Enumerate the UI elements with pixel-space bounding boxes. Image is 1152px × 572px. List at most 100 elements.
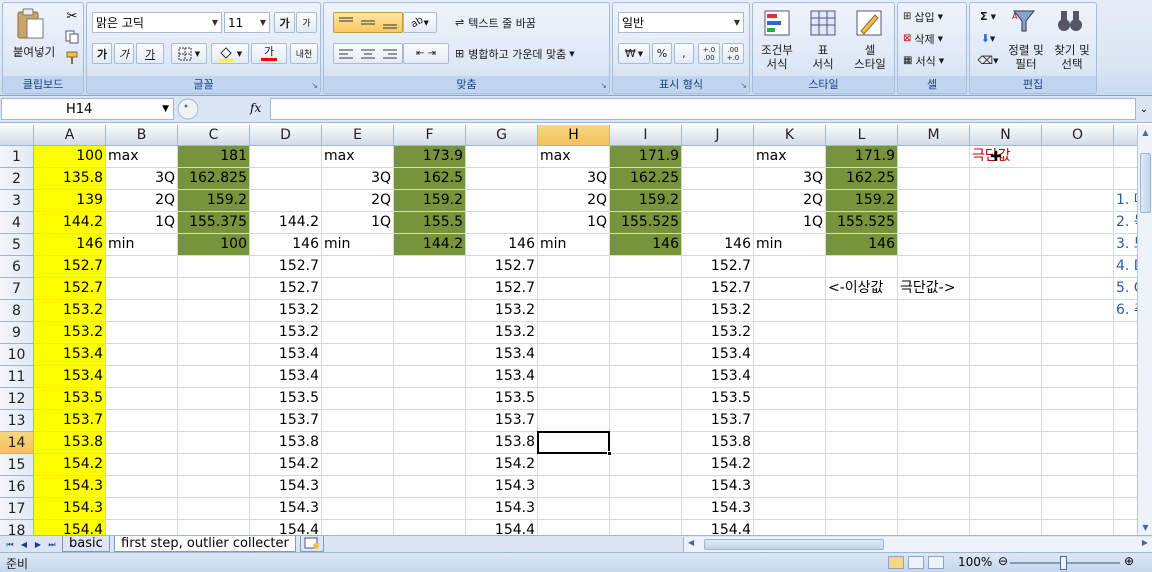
cell-m8[interactable] <box>898 300 970 322</box>
cell-l1[interactable]: 171.9 <box>826 146 898 168</box>
cell-d6[interactable]: 152.7 <box>250 256 322 278</box>
cell-j8[interactable]: 153.2 <box>682 300 754 322</box>
cell-c17[interactable] <box>178 498 250 520</box>
cell-n3[interactable] <box>970 190 1042 212</box>
cell-partial-8[interactable]: 6. 추 <box>1114 300 1137 322</box>
cell-b16[interactable] <box>106 476 178 498</box>
cell-h15[interactable] <box>538 454 610 476</box>
cell-l18[interactable] <box>826 520 898 535</box>
cell-c18[interactable] <box>178 520 250 535</box>
fill-button[interactable]: ⬇ ▼ <box>974 29 1002 48</box>
cell-n7[interactable] <box>970 278 1042 300</box>
cell-a10[interactable]: 153.4 <box>34 344 106 366</box>
cell-m9[interactable] <box>898 322 970 344</box>
insert-function-icon[interactable]: fx <box>250 101 261 115</box>
cell-a2[interactable]: 135.8 <box>34 168 106 190</box>
cell-e2[interactable]: 3Q <box>322 168 394 190</box>
horizontal-scrollbar[interactable]: ◀ ▶ <box>683 537 1152 552</box>
cell-partial-14[interactable] <box>1114 432 1137 454</box>
cell-h16[interactable] <box>538 476 610 498</box>
cell-h4[interactable]: 1Q <box>538 212 610 234</box>
percent-button[interactable]: % <box>652 43 672 64</box>
cell-partial-16[interactable] <box>1114 476 1137 498</box>
cell-g15[interactable]: 154.2 <box>466 454 538 476</box>
cell-l8[interactable] <box>826 300 898 322</box>
cell-n18[interactable] <box>970 520 1042 535</box>
cell-h12[interactable] <box>538 388 610 410</box>
cell-o15[interactable] <box>1042 454 1114 476</box>
cell-i9[interactable] <box>610 322 682 344</box>
row-header-14[interactable]: 14 <box>0 432 34 454</box>
cut-icon[interactable]: ✂ <box>63 7 81 25</box>
cell-a4[interactable]: 144.2 <box>34 212 106 234</box>
cell-h5[interactable]: min <box>538 234 610 256</box>
cell-m10[interactable] <box>898 344 970 366</box>
cell-g10[interactable]: 153.4 <box>466 344 538 366</box>
cell-d9[interactable]: 153.2 <box>250 322 322 344</box>
cell-a6[interactable]: 152.7 <box>34 256 106 278</box>
cell-b5[interactable]: min <box>106 234 178 256</box>
cell-f13[interactable] <box>394 410 466 432</box>
format-painter-icon[interactable] <box>63 49 81 67</box>
cell-f11[interactable] <box>394 366 466 388</box>
cell-l5[interactable]: 146 <box>826 234 898 256</box>
cell-k16[interactable] <box>754 476 826 498</box>
cell-f8[interactable] <box>394 300 466 322</box>
cell-e10[interactable] <box>322 344 394 366</box>
cell-i15[interactable] <box>610 454 682 476</box>
cell-a17[interactable]: 154.3 <box>34 498 106 520</box>
column-header-k[interactable]: K <box>754 125 826 146</box>
cell-a1[interactable]: 100 <box>34 146 106 168</box>
cell-n16[interactable] <box>970 476 1042 498</box>
bold-button[interactable]: 가 <box>92 43 112 64</box>
cell-k13[interactable] <box>754 410 826 432</box>
cell-d10[interactable]: 153.4 <box>250 344 322 366</box>
cell-m13[interactable] <box>898 410 970 432</box>
shrink-font-button[interactable]: 가 <box>296 12 317 33</box>
dialog-launcher-icon[interactable]: ↘ <box>311 81 318 90</box>
font-size-select[interactable]: 11 ▼ <box>224 12 270 33</box>
cell-n13[interactable] <box>970 410 1042 432</box>
cell-o17[interactable] <box>1042 498 1114 520</box>
cell-f6[interactable] <box>394 256 466 278</box>
cell-n9[interactable] <box>970 322 1042 344</box>
cell-o2[interactable] <box>1042 168 1114 190</box>
cell-k15[interactable] <box>754 454 826 476</box>
cell-d18[interactable]: 154.4 <box>250 520 322 535</box>
cell-n6[interactable] <box>970 256 1042 278</box>
cell-m1[interactable] <box>898 146 970 168</box>
column-header-a[interactable]: A <box>34 125 106 146</box>
cell-b1[interactable]: max <box>106 146 178 168</box>
cell-n8[interactable] <box>970 300 1042 322</box>
row-header-13[interactable]: 13 <box>0 410 34 432</box>
cell-l10[interactable] <box>826 344 898 366</box>
cell-e3[interactable]: 2Q <box>322 190 394 212</box>
cell-j11[interactable]: 153.4 <box>682 366 754 388</box>
format-as-table-button[interactable]: 표 서식 <box>799 43 847 71</box>
column-header-j[interactable]: J <box>682 125 754 146</box>
cell-h3[interactable]: 2Q <box>538 190 610 212</box>
cell-g13[interactable]: 153.7 <box>466 410 538 432</box>
zoom-level[interactable]: 100% <box>958 555 992 569</box>
cell-g11[interactable]: 153.4 <box>466 366 538 388</box>
format-cells-button[interactable]: ▦ 서식 ▼ <box>902 51 964 70</box>
cell-o9[interactable] <box>1042 322 1114 344</box>
cell-c16[interactable] <box>178 476 250 498</box>
cell-f16[interactable] <box>394 476 466 498</box>
cell-m11[interactable] <box>898 366 970 388</box>
cell-f4[interactable]: 155.5 <box>394 212 466 234</box>
cell-g5[interactable]: 146 <box>466 234 538 256</box>
cell-d4[interactable]: 144.2 <box>250 212 322 234</box>
cell-l16[interactable] <box>826 476 898 498</box>
cell-j4[interactable] <box>682 212 754 234</box>
scroll-down-icon[interactable]: ▼ <box>1139 520 1152 535</box>
cell-b3[interactable]: 2Q <box>106 190 178 212</box>
cell-j13[interactable]: 153.7 <box>682 410 754 432</box>
row-header-17[interactable]: 17 <box>0 498 34 520</box>
cell-o11[interactable] <box>1042 366 1114 388</box>
cell-j18[interactable]: 154.4 <box>682 520 754 535</box>
cell-h9[interactable] <box>538 322 610 344</box>
cell-j12[interactable]: 153.5 <box>682 388 754 410</box>
cell-c5[interactable]: 100 <box>178 234 250 256</box>
cell-b10[interactable] <box>106 344 178 366</box>
